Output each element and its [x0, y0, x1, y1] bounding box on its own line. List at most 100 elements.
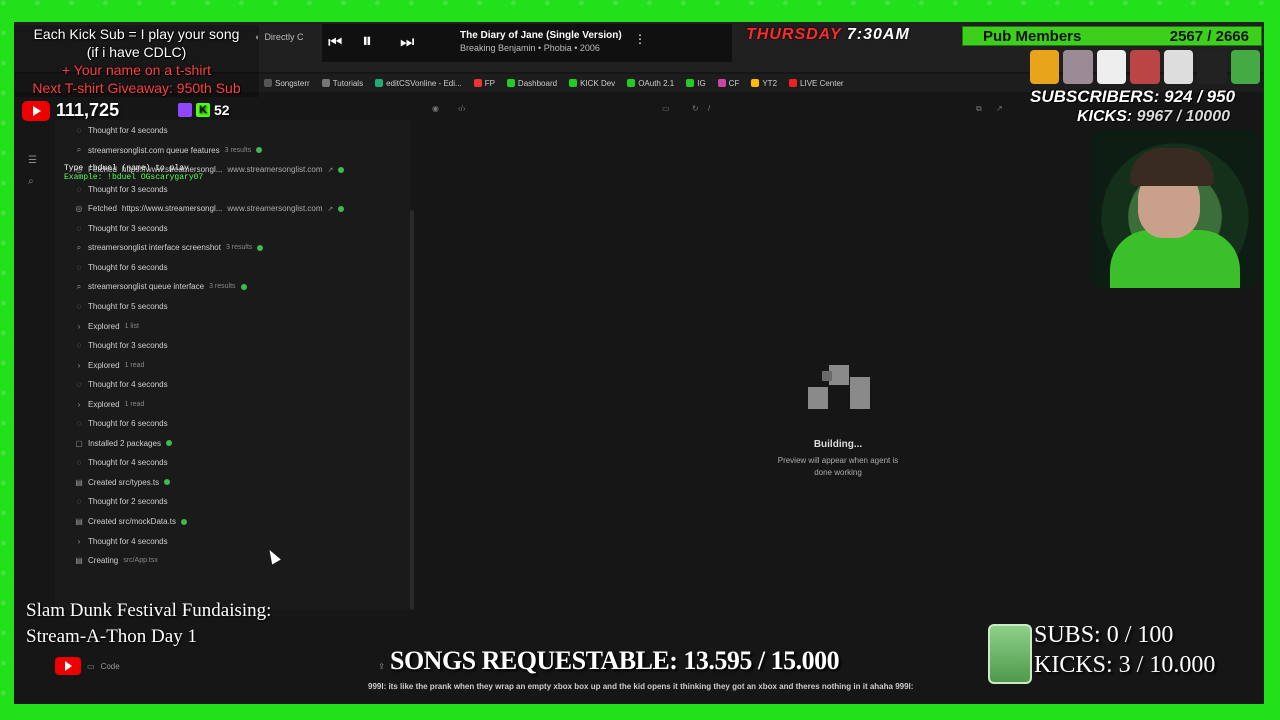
success-status-icon: [256, 147, 263, 154]
agent-log-row[interactable]: ▤ Created src/mockData.ts: [75, 517, 188, 526]
subscribers-goal: SUBSCRIBERS: 924 / 950: [1030, 87, 1236, 106]
day-label: THURSDAY: [746, 26, 842, 43]
agent-log-row[interactable]: ⌕ streamersonglist interface screenshot 3 …: [75, 242, 264, 253]
tshirt-icon: [1230, 50, 1260, 84]
pub-members-bar: Pub Members 2567 / 2666: [962, 26, 1262, 46]
agent-log-row[interactable]: › Explored 1 read: [75, 400, 145, 409]
code-mode-icon[interactable]: ▭: [87, 662, 95, 671]
agent-log-row[interactable]: ⌕ streamersonglist queue interface 3 resul…: [75, 282, 247, 291]
agent-log-row[interactable]: ◌ Thought for 4 seconds: [75, 380, 168, 389]
bookmark-item[interactable]: Songsterr: [264, 79, 310, 88]
external-link-icon[interactable]: ↗: [328, 205, 334, 213]
bookmark-icon: [789, 79, 798, 87]
agent-log-row[interactable]: ◌ Thought for 4 seconds: [75, 126, 168, 135]
globe-icon: ◎: [75, 204, 83, 214]
eye-icon[interactable]: ◉: [432, 104, 439, 113]
bookmark-item[interactable]: YT2: [751, 79, 777, 88]
previous-track-icon[interactable]: ⏮: [328, 34, 342, 52]
device-icon[interactable]: ▭: [662, 104, 670, 113]
agent-log-url[interactable]: https://www.streamersongl...: [122, 204, 222, 213]
agent-log-domain[interactable]: www.streamersonglist.com: [227, 165, 322, 174]
agent-log-row[interactable]: ◎ Fetched https://www.streamersongl... www.…: [75, 165, 345, 175]
agent-log-text: streamersonglist queue interface: [88, 282, 205, 292]
agent-log-text: Thought for 6 seconds: [88, 262, 168, 272]
bookmark-icon: [321, 79, 330, 87]
webcam-person-body: [1110, 230, 1240, 288]
kicks-goal: KICKS: 9967 / 10000: [1077, 108, 1230, 126]
bookmark-label: CF: [728, 78, 740, 88]
agent-log-text: Explored: [88, 321, 120, 331]
agent-log-row[interactable]: › Explored 1 list: [75, 322, 139, 331]
search-icon: ⌕: [76, 242, 82, 252]
search-icon[interactable]: ⌕: [28, 176, 44, 187]
bookmark-item[interactable]: editCSVonline - Edi...: [375, 79, 462, 88]
bookmark-icon: [375, 79, 384, 87]
agent-log-row[interactable]: ◎ Fetched https://www.streamersongl... www.…: [75, 204, 345, 214]
agent-log-text: Fetched: [88, 165, 117, 175]
pause-icon[interactable]: ⏸: [362, 30, 372, 53]
agent-log-row[interactable]: ▤ Creating src/App.tsx: [75, 556, 158, 565]
agent-log-row[interactable]: ◌ Thought for 4 seconds: [75, 458, 168, 467]
fundraising-line1: Slam Dunk Festival Fundaising:: [26, 600, 272, 621]
promo-line3: + Your name on a t-shirt: [61, 62, 212, 78]
agent-log-row[interactable]: › Thought for 4 seconds: [75, 537, 168, 546]
copy-icon[interactable]: ⧉: [976, 104, 982, 114]
bookmark-item[interactable]: LIVE Center: [789, 79, 844, 88]
agent-log-row[interactable]: › Explored 1 read: [75, 361, 145, 370]
tshirt-icon: [1063, 50, 1093, 84]
agent-log-row[interactable]: ⌕ streamersonglist.com queue features 3 re…: [75, 145, 263, 155]
thought-icon: ◌: [76, 458, 82, 468]
chevron-right-icon: ›: [77, 536, 81, 546]
bookmark-item[interactable]: FP: [473, 79, 495, 88]
thought-icon: ◌: [76, 301, 82, 311]
agent-log-text: Thought for 4 seconds: [88, 126, 168, 135]
time-label: 7:30AM: [846, 26, 910, 43]
external-link-icon[interactable]: ↗: [996, 104, 1003, 113]
bookmark-icon: [717, 79, 726, 87]
bookmark-item[interactable]: IG: [686, 79, 706, 88]
agent-log-row[interactable]: ◌ Thought for 3 seconds: [75, 341, 168, 350]
thought-icon: ◌: [76, 497, 82, 507]
bookmark-item[interactable]: CF: [717, 78, 740, 88]
next-track-icon[interactable]: ⏭: [400, 34, 414, 52]
bookmark-item[interactable]: OAuth 2.1: [627, 79, 674, 88]
webcam-person-hat: [1130, 148, 1214, 186]
agent-log-row[interactable]: ◌ Thought for 5 seconds: [75, 302, 168, 311]
file-icon: ▤: [75, 556, 83, 566]
bookmark-icon: [627, 79, 636, 87]
agent-log-meta: 1 read: [124, 400, 145, 408]
kicks-goal-counter: KICKS: 3 / 10.000: [1034, 652, 1216, 678]
agent-log-text: streamersonglist interface screenshot: [88, 243, 221, 253]
bookmark-item[interactable]: Dashboard: [506, 79, 557, 88]
list-icon[interactable]: ☰: [28, 155, 44, 166]
agent-log-url[interactable]: https://www.streamersongl...: [122, 165, 222, 174]
tshirt-icon: [1030, 50, 1060, 84]
agent-log-row[interactable]: ◌ Thought for 6 seconds: [75, 263, 168, 272]
agent-log-row[interactable]: ◌ Thought for 3 seconds: [75, 224, 168, 233]
agent-log-row[interactable]: ◌ Thought for 6 seconds: [75, 419, 168, 428]
bookmark-item[interactable]: Tutorials: [321, 79, 363, 88]
more-options-icon[interactable]: ⋮: [634, 32, 646, 46]
success-status-icon: [165, 440, 172, 447]
send-icon[interactable]: ⇪: [378, 662, 385, 671]
agent-log-row[interactable]: ▢ Installed 2 packages: [75, 439, 172, 448]
youtube-count-value: 111,725: [56, 100, 120, 120]
scrollbar[interactable]: [410, 210, 414, 610]
agent-log-row[interactable]: ◌ Thought for 3 seconds: [75, 185, 168, 194]
preview-toolbar: ◉ ‹/› ▭ ↻ / ⧉ ↗: [420, 100, 1020, 120]
bookmark-label: KICK Dev: [580, 78, 616, 88]
tshirt-icon: [1096, 50, 1127, 84]
external-link-icon[interactable]: ↗: [328, 166, 334, 174]
agent-log-row[interactable]: ◌ Thought for 2 seconds: [75, 497, 168, 506]
code-mode-label[interactable]: Code: [101, 662, 120, 671]
preview-path[interactable]: /: [708, 104, 710, 113]
agent-log-text: streamersonglist.com queue features: [88, 145, 220, 155]
refresh-icon[interactable]: ↻: [692, 104, 699, 113]
tshirt-gallery: [1030, 50, 1260, 88]
bookmark-label: LIVE Center: [800, 78, 844, 88]
bookmark-icon: [569, 79, 578, 87]
agent-log-row[interactable]: ▤ Created src/types.ts: [75, 478, 171, 487]
code-icon[interactable]: ‹/›: [458, 104, 466, 113]
bookmark-item[interactable]: KICK Dev: [569, 79, 615, 88]
agent-log-domain[interactable]: www.streamersonglist.com: [227, 204, 322, 213]
